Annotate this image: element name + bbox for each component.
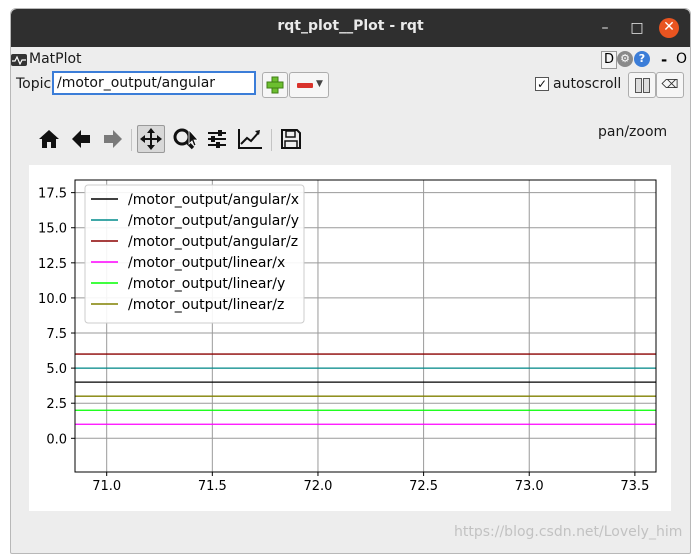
save-icon [281, 129, 301, 149]
forward-button[interactable] [99, 125, 127, 153]
toolbar-separator [271, 129, 272, 151]
help-icon[interactable]: ? [634, 51, 650, 67]
window-title: rqt_plot__Plot - rqt [277, 18, 424, 34]
minimize-button[interactable]: – [595, 18, 615, 38]
x-tick-label: 71.0 [92, 479, 121, 494]
add-topic-button[interactable] [262, 72, 288, 98]
x-tick-label: 73.0 [515, 479, 544, 494]
mode-label: pan/zoom [598, 124, 668, 140]
forward-icon [104, 130, 122, 148]
subplots-icon [208, 130, 226, 148]
pause-icon [635, 78, 642, 93]
title-bar[interactable]: rqt_plot__Plot - rqt – □ ✕ [11, 9, 690, 47]
autoscroll-checkbox[interactable]: ✓ [535, 77, 549, 91]
y-tick-label: 10.0 [38, 292, 67, 307]
axes-icon [238, 129, 262, 149]
edit-axes-button[interactable] [235, 125, 263, 153]
zoom-button[interactable] [170, 125, 198, 153]
clear-button[interactable]: ⌫ [656, 72, 684, 98]
plot-canvas[interactable]: 71.0 71.5 72.0 72.5 73.0 73.5 0.0 2.5 5.0 7.5 10.0… [29, 165, 671, 511]
dock-title-label: MatPlot [29, 51, 82, 67]
plus-icon [266, 76, 284, 94]
y-tick-label: 15.0 [38, 222, 67, 237]
dock-minimize-button[interactable]: - [661, 51, 667, 69]
y-tick-label: 12.5 [38, 257, 67, 272]
y-tick-label: 7.5 [46, 327, 67, 342]
chevron-down-icon: ▼ [316, 79, 323, 89]
y-tick-label: 5.0 [46, 362, 67, 377]
pan-icon [140, 128, 162, 150]
back-icon [72, 130, 90, 148]
back-button[interactable] [67, 125, 95, 153]
legend-label: /motor_output/linear/y [128, 276, 285, 292]
home-button[interactable] [35, 125, 63, 153]
legend-label: /motor_output/linear/z [128, 297, 284, 313]
minus-icon [297, 83, 313, 88]
home-icon [39, 130, 59, 148]
legend-label: /motor_output/angular/x [128, 192, 299, 208]
watermark: https://blog.csdn.net/Lovely_him [454, 524, 683, 540]
d-button[interactable]: D [601, 51, 617, 69]
pause-button[interactable] [628, 72, 656, 98]
gear-icon[interactable]: ⚙ [617, 51, 633, 67]
save-button[interactable] [277, 125, 305, 153]
legend-label: /motor_output/angular/z [128, 234, 298, 250]
legend-label: /motor_output/angular/y [128, 213, 299, 229]
close-button[interactable]: ✕ [659, 18, 679, 38]
x-tick-label: 73.5 [620, 479, 649, 494]
legend-label: /motor_output/linear/x [128, 255, 285, 271]
rqt-window: rqt_plot__Plot - rqt – □ ✕ MatPlot D ⚙ ?… [10, 8, 691, 554]
topic-label: Topic [16, 76, 52, 92]
x-tick-label: 71.5 [198, 479, 227, 494]
y-tick-label: 0.0 [46, 432, 67, 447]
remove-topic-button[interactable]: ▼ [289, 72, 329, 98]
x-tick-label: 72.0 [303, 479, 332, 494]
pan-button[interactable] [137, 125, 165, 153]
plot-figure[interactable]: 71.0 71.5 72.0 72.5 73.0 73.5 0.0 2.5 5.0 7.5 10.0… [29, 165, 671, 511]
y-tick-label: 2.5 [46, 397, 67, 412]
zoom-icon [173, 128, 198, 150]
matplot-icon [11, 54, 27, 66]
maximize-button[interactable]: □ [627, 18, 647, 38]
y-tick-label: 17.5 [38, 187, 67, 202]
subplots-button[interactable] [203, 125, 231, 153]
autoscroll-label: autoscroll [553, 76, 622, 92]
dock-float-button[interactable]: O [676, 51, 687, 69]
x-tick-label: 72.5 [409, 479, 438, 494]
toolbar-separator [131, 129, 132, 151]
topic-input[interactable] [53, 72, 255, 94]
